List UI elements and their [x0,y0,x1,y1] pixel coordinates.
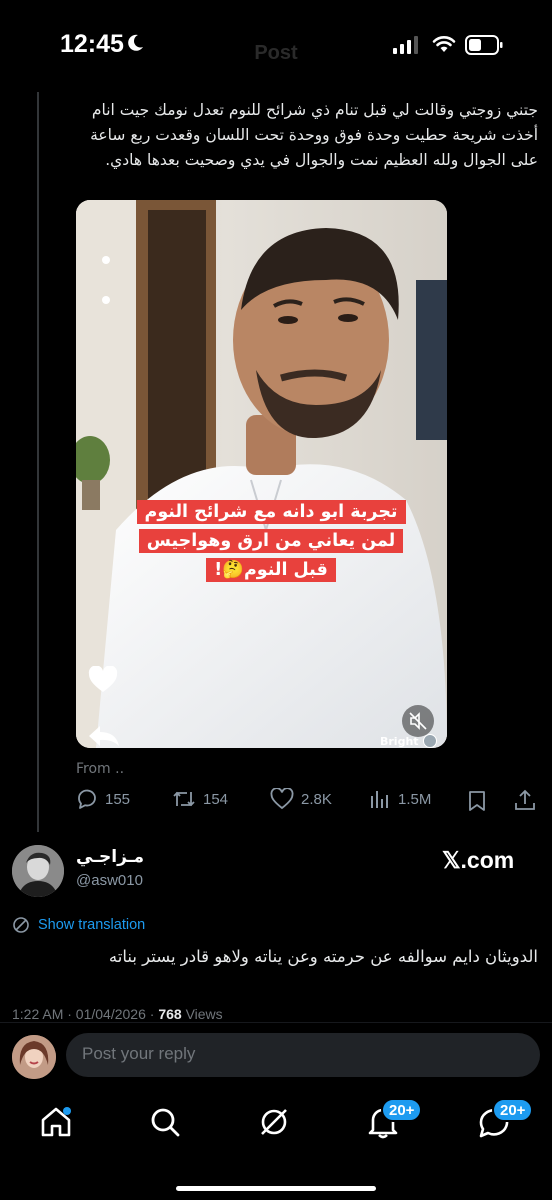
signal-icon [393,36,418,54]
video-thumbnail[interactable]: تجربة ابو دانه مع شرائح النوم لمن يعاني … [76,200,447,748]
views-count: 1.5M [398,790,432,808]
repost-button[interactable]: 154 [172,788,228,810]
share-icon[interactable] [514,789,536,811]
video-scene-image [76,200,447,748]
bookmark-icon[interactable] [468,790,486,812]
x-watermark: 𝕏.com [442,847,515,873]
author-handle[interactable]: @asw010 [76,872,143,889]
tab-search[interactable] [145,1102,185,1142]
search-icon [151,1108,180,1137]
home-icon [41,1107,71,1137]
tab-home[interactable] [36,1102,76,1142]
reply-input[interactable]: Post your reply [66,1033,540,1077]
repost-count: 154 [203,790,229,808]
my-avatar[interactable] [12,1035,56,1079]
post-action-bar: 155 154 2.8K 1.5M [76,788,536,814]
thread-connector-line [37,92,39,832]
grok-icon [261,1109,287,1135]
tab-grok[interactable] [254,1102,294,1142]
avatar-image [12,845,64,897]
views-button[interactable]: 1.5M [369,788,431,810]
video-caption-text: تجربة ابو دانه مع شرائح النوم لمن يعاني … [136,500,406,582]
avatar[interactable] [12,845,64,897]
show-translation-link[interactable]: Show translation [12,916,145,934]
from-label[interactable]: From .. [76,761,124,777]
views-number: 768 [158,1006,182,1022]
show-translation-label: Show translation [38,917,146,933]
my-avatar-image [12,1035,56,1079]
reply-icon [78,789,96,809]
share-arrow-icon[interactable] [88,724,120,748]
reply-button[interactable]: 155 [76,788,130,810]
reply-composer: Post your reply [0,1022,552,1094]
translate-globe-icon [13,917,29,933]
source-badge-label: Bright [380,734,419,748]
mute-icon [409,712,427,730]
like-count: 2.8K [301,790,332,808]
like-button[interactable]: 2.8K [270,788,332,810]
home-indicator [176,1186,376,1191]
like-icon [270,788,294,810]
source-badge-avatar [422,734,437,748]
source-badge: Bright [380,732,440,748]
status-bar: 12:45 Post [0,0,552,92]
messages-badge: 20+ [492,1098,534,1122]
post-timestamp: 1:22 AM · 01/04/2026 · [12,1006,159,1022]
author-display-name[interactable]: مـزاجـي [76,847,144,867]
heart-icon[interactable] [88,666,118,694]
post-metadata: 1:22 AM · 01/04/2026 · 768 Views [12,1006,223,1022]
views-label: Views [181,1006,223,1022]
views-icon [371,791,388,808]
repost-icon [173,791,195,807]
wifi-icon [432,36,456,52]
parent-post-text: جتني زوجتي وقالت لي قبل تنام ذي شرائح لل… [90,101,538,169]
video-caption: تجربة ابو دانه مع شرائح النوم لمن يعاني … [126,498,416,585]
reply-author[interactable]: مـزاجـي @asw010 𝕏.com [12,845,540,901]
battery-icon [465,35,503,55]
notifications-badge: 20+ [381,1098,423,1122]
reply-text: الدويثان دايم سوالفه عن حرمته وعن يناته … [108,947,538,966]
bottom-tab-bar: 20+ 20+ [0,1094,552,1200]
reply-count: 155 [105,790,131,808]
